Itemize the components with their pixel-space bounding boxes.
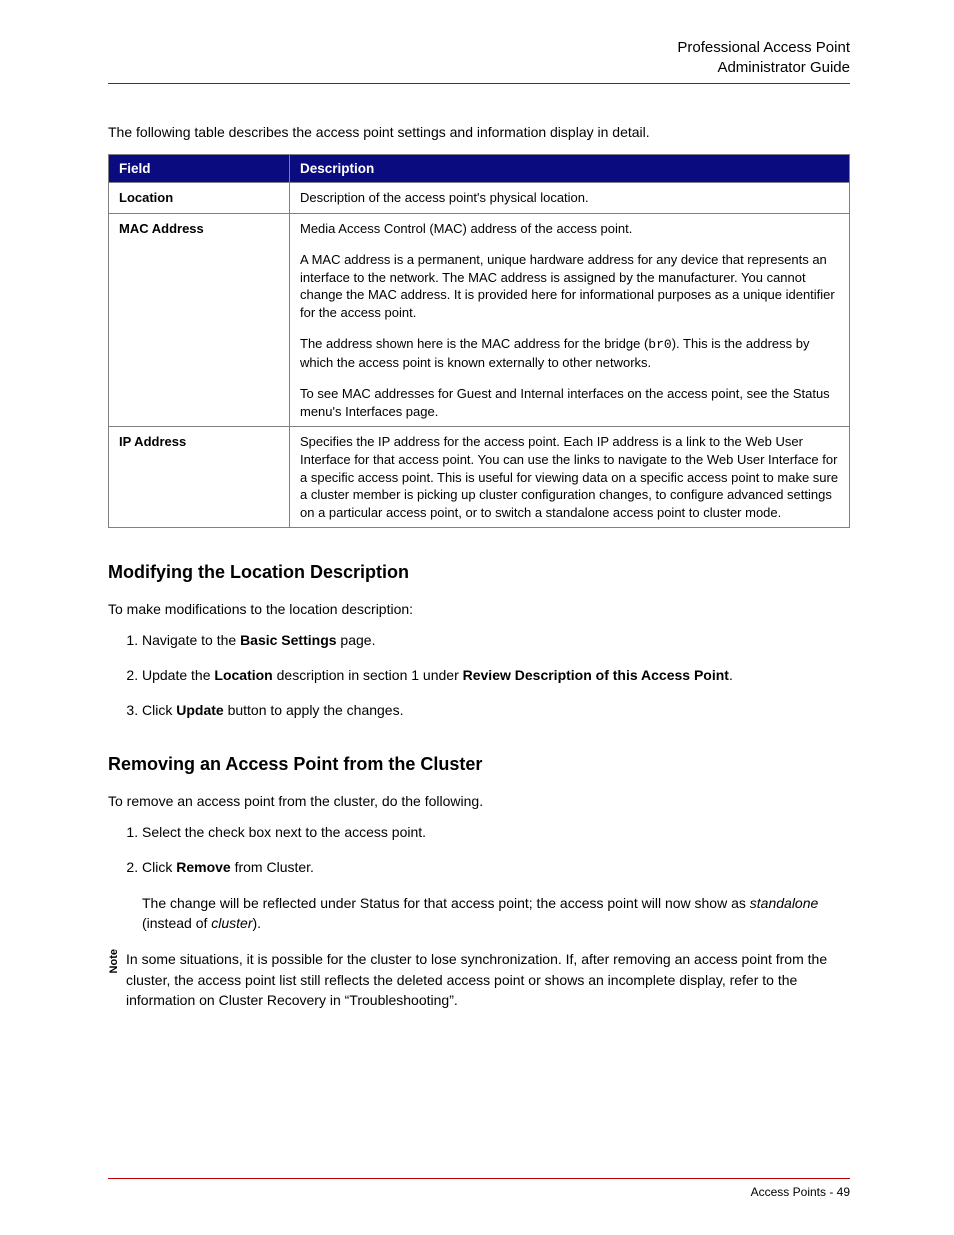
footer-text: Access Points - 49 bbox=[751, 1185, 850, 1199]
intro-text: The following table describes the access… bbox=[108, 124, 850, 140]
list-item: Navigate to the Basic Settings page. bbox=[142, 631, 850, 650]
ui-remove: Remove bbox=[176, 859, 230, 875]
list-item: Click Remove from Cluster. bbox=[142, 858, 850, 877]
list-item: Click Update button to apply the changes… bbox=[142, 701, 850, 720]
list-item: Update the Location description in secti… bbox=[142, 666, 850, 685]
desc-mac: Media Access Control (MAC) address of th… bbox=[290, 213, 850, 427]
page: Professional Access Point Administrator … bbox=[0, 0, 954, 1235]
mac-p2: A MAC address is a permanent, unique har… bbox=[300, 251, 839, 321]
table-row: IP Address Specifies the IP address for … bbox=[109, 427, 850, 528]
section2-intro: To remove an access point from the clust… bbox=[108, 793, 850, 809]
mac-p3: The address shown here is the MAC addres… bbox=[300, 335, 839, 371]
header-line1: Professional Access Point bbox=[108, 38, 850, 58]
section2-steps: Select the check box next to the access … bbox=[108, 823, 850, 877]
field-ip: IP Address bbox=[109, 427, 290, 528]
settings-table: Field Description Location Description o… bbox=[108, 154, 850, 528]
list-item: Select the check box next to the access … bbox=[142, 823, 850, 842]
field-mac: MAC Address bbox=[109, 213, 290, 427]
ui-update: Update bbox=[176, 702, 223, 718]
header-line2: Administrator Guide bbox=[108, 58, 850, 78]
mac-p1: Media Access Control (MAC) address of th… bbox=[300, 220, 839, 238]
note-text: In some situations, it is possible for t… bbox=[126, 949, 850, 1010]
page-header: Professional Access Point Administrator … bbox=[108, 38, 850, 84]
ui-basic-settings: Basic Settings bbox=[240, 632, 336, 648]
section1-intro: To make modifications to the location de… bbox=[108, 601, 850, 617]
section1-steps: Navigate to the Basic Settings page. Upd… bbox=[108, 631, 850, 720]
ui-location: Location bbox=[214, 667, 272, 683]
heading-modify-location: Modifying the Location Description bbox=[108, 562, 850, 583]
desc-location: Description of the access point's physic… bbox=[290, 183, 850, 214]
field-location: Location bbox=[109, 183, 290, 214]
section2-followup: The change will be reflected under Statu… bbox=[142, 893, 850, 934]
ui-review-desc: Review Description of this Access Point bbox=[463, 667, 729, 683]
th-field: Field bbox=[109, 155, 290, 183]
mac-p4: To see MAC addresses for Guest and Inter… bbox=[300, 385, 839, 420]
heading-remove-ap: Removing an Access Point from the Cluste… bbox=[108, 754, 850, 775]
th-description: Description bbox=[290, 155, 850, 183]
table-row: Location Description of the access point… bbox=[109, 183, 850, 214]
code-br0: br0 bbox=[648, 337, 671, 352]
note-label: Note bbox=[108, 949, 120, 975]
desc-ip: Specifies the IP address for the access … bbox=[290, 427, 850, 528]
note-block: Note In some situations, it is possible … bbox=[108, 949, 850, 1010]
table-row: MAC Address Media Access Control (MAC) a… bbox=[109, 213, 850, 427]
page-footer: Access Points - 49 bbox=[108, 1178, 850, 1199]
